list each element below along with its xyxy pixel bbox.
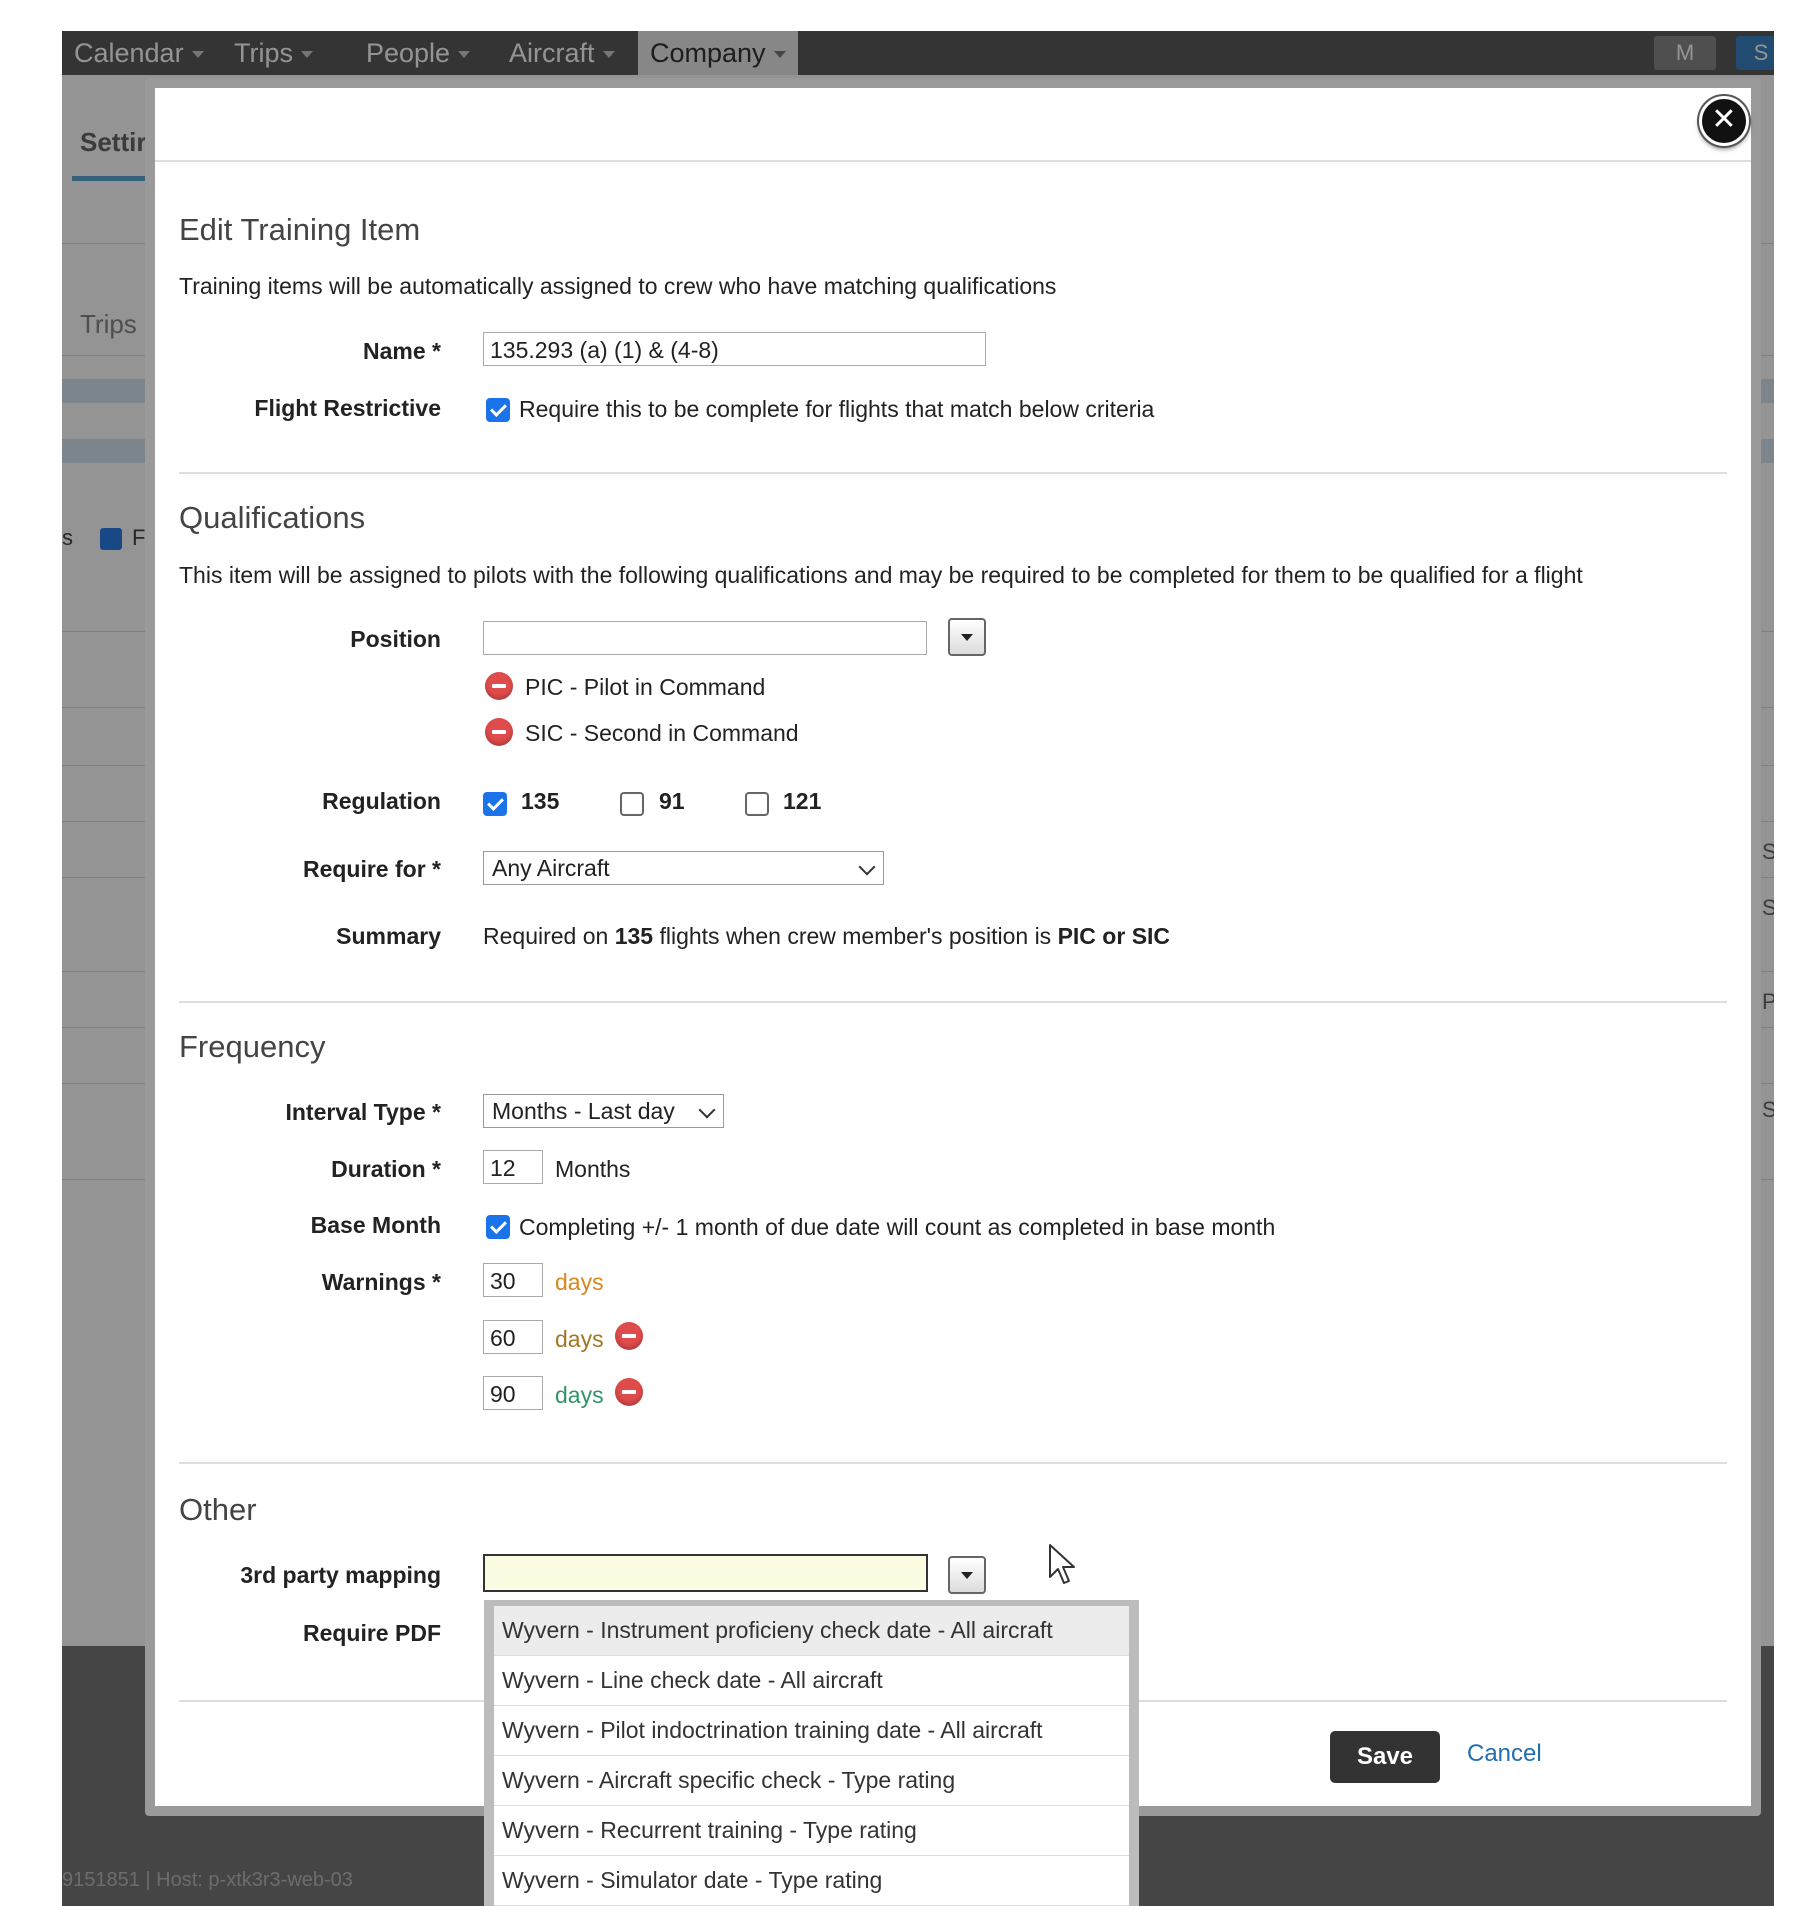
mapping-option[interactable]: Wyvern - Aircraft specific check - Type … [494, 1756, 1129, 1806]
triangle-down-icon [961, 634, 973, 641]
mapping-option[interactable]: Wyvern - Instrument proficieny check dat… [494, 1606, 1129, 1656]
mapping-option[interactable]: Wyvern - Simulator date - Type rating [494, 1856, 1129, 1906]
position-input[interactable] [483, 621, 927, 655]
triangle-down-icon [961, 1572, 973, 1579]
remove-warning-icon[interactable] [615, 1322, 643, 1350]
regulation-135-label: 135 [521, 788, 560, 814]
mapping-option[interactable]: Wyvern - Pilot indoctrination training d… [494, 1706, 1129, 1756]
edit-section-title: Edit Training Item [179, 212, 421, 247]
summary-middle: flights when crew member's position is [653, 923, 1058, 949]
summary-text: Required on 135 flights when crew member… [483, 923, 1170, 950]
warning-input-3[interactable]: 90 [483, 1376, 543, 1410]
warning-unit-1: days [555, 1269, 604, 1295]
mapping-label: 3rd party mapping [240, 1562, 441, 1588]
regulation-121-checkbox[interactable] [745, 792, 769, 816]
duration-input[interactable]: 12 [483, 1150, 543, 1184]
section-divider [179, 472, 1727, 474]
section-divider [179, 1462, 1727, 1464]
remove-warning-icon[interactable] [615, 1378, 643, 1406]
qualifications-description: This item will be assigned to pilots wit… [179, 562, 1583, 588]
modal-header: ✕ [155, 88, 1751, 162]
duration-label: Duration * [331, 1156, 441, 1182]
chevron-down-icon [858, 858, 876, 876]
warning-unit-2: days [555, 1326, 604, 1352]
frequency-title: Frequency [179, 1029, 326, 1064]
position-dropdown-button[interactable] [948, 618, 986, 656]
summary-positions: PIC or SIC [1057, 923, 1171, 949]
require-pdf-label: Require PDF [302, 1620, 441, 1646]
warning-unit-3: days [555, 1382, 604, 1408]
summary-regulation: 135 [614, 923, 654, 949]
base-month-checkbox[interactable] [486, 1215, 510, 1239]
flight-restrictive-text: Require this to be complete for flights … [519, 396, 1155, 422]
regulation-121-label: 121 [783, 788, 822, 814]
mapping-input[interactable] [483, 1554, 928, 1592]
chevron-down-icon [698, 1101, 716, 1119]
require-for-value: Any Aircraft [492, 855, 610, 881]
edit-section-description: Training items will be automatically ass… [179, 273, 1057, 299]
mapping-option[interactable]: Wyvern - Line check date - All aircraft [494, 1656, 1129, 1706]
base-month-text: Completing +/- 1 month of due date will … [519, 1214, 1276, 1240]
position-sic: SIC - Second in Command [525, 720, 799, 746]
section-divider [179, 1001, 1727, 1003]
qualifications-title: Qualifications [179, 500, 366, 535]
position-label: Position [350, 626, 441, 652]
save-button[interactable]: Save [1330, 1731, 1440, 1783]
position-pic: PIC - Pilot in Command [525, 674, 766, 700]
require-for-label: Require for * [302, 856, 441, 882]
base-month-label: Base Month [310, 1212, 441, 1238]
interval-type-select[interactable]: Months - Last day [483, 1094, 724, 1128]
name-input[interactable]: 135.293 (a) (1) & (4-8) [483, 332, 986, 366]
regulation-135-checkbox[interactable] [483, 792, 507, 816]
mapping-dropdown-list: Wyvern - Instrument proficieny check dat… [484, 1600, 1139, 1906]
mapping-option[interactable]: Wyvern - Recurrent training - Type ratin… [494, 1806, 1129, 1856]
flight-restrictive-checkbox[interactable] [486, 398, 510, 422]
name-label: Name * [363, 338, 441, 364]
warning-input-2[interactable]: 60 [483, 1320, 543, 1354]
cancel-link[interactable]: Cancel [1467, 1740, 1542, 1768]
summary-prefix: Required on [483, 923, 615, 949]
regulation-91-checkbox[interactable] [620, 792, 644, 816]
interval-type-label: Interval Type * [285, 1099, 441, 1125]
close-icon[interactable]: ✕ [1699, 96, 1749, 146]
remove-sic-icon[interactable] [485, 718, 513, 746]
remove-pic-icon[interactable] [485, 672, 513, 700]
mouse-cursor-icon [1049, 1544, 1075, 1584]
flight-restrictive-label: Flight Restrictive [254, 395, 441, 421]
regulation-label: Regulation [322, 788, 441, 814]
duration-unit: Months [555, 1156, 631, 1182]
mapping-dropdown-button[interactable] [948, 1556, 986, 1594]
warning-input-1[interactable]: 30 [483, 1263, 543, 1297]
summary-label: Summary [336, 923, 441, 949]
warnings-label: Warnings * [321, 1269, 441, 1295]
require-for-select[interactable]: Any Aircraft [483, 851, 884, 885]
interval-type-value: Months - Last day [492, 1098, 675, 1124]
regulation-91-label: 91 [659, 788, 685, 814]
other-title: Other [179, 1492, 257, 1527]
edit-training-item-modal: ✕ Edit Training Item Training items will… [155, 88, 1751, 1806]
